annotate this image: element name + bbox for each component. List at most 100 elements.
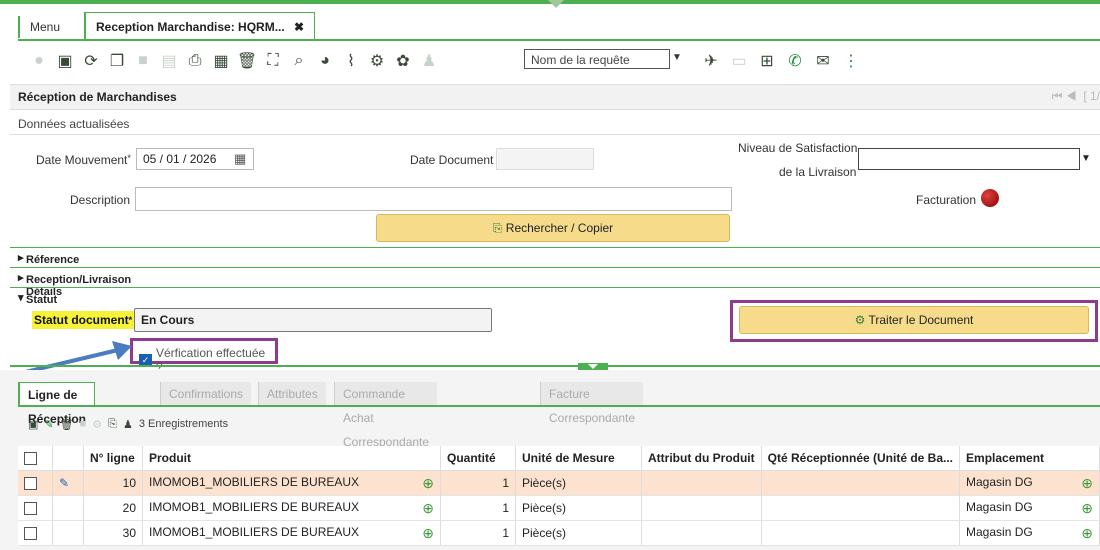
zoom-icon[interactable]: ⊕ [1081,475,1093,492]
save-icon[interactable]: ■ [80,418,87,430]
col-uom[interactable]: Unité de Mesure [515,446,642,471]
cell-location[interactable]: Magasin DG ⊕ [959,495,1100,521]
niveau-label-2: de la Livraison [779,165,857,179]
tab-ligne-reception[interactable]: Ligne de Réception [18,382,96,426]
chart-icon[interactable]: ◕ [314,50,336,72]
facturation-label: Facturation [916,193,977,207]
zoom-icon[interactable]: ⊕ [422,500,434,517]
tab-active-label: Reception Marchandise: HQRM... [96,20,285,34]
new-record-icon[interactable]: ▣ [54,50,76,72]
tab-attributes[interactable]: Attributes [258,382,326,406]
cell-location[interactable]: Magasin DG ⊕ [959,520,1100,546]
print-icon[interactable]: ⎙ [184,50,206,72]
cell-qty-received [761,520,961,546]
cell-product[interactable]: IMOMOB1_MOBILIERS DE BUREAUX ⊕ [142,470,441,496]
date-document-field[interactable] [496,148,594,170]
secondary-toolbar: ✈ ▭ ⊞ ✆ ✉ ⋮ [700,46,862,76]
record-pager[interactable]: ⏮ ◀ [ 1/ [1052,89,1100,104]
col-quantity[interactable]: Quantité [440,446,516,471]
process-gears-icon[interactable]: ⚙ [366,50,388,72]
user-icon[interactable]: ♟ [418,50,440,72]
tab-commande-achat[interactable]: Commande Achat Correspondante [334,382,438,449]
niveau-satisfaction-select[interactable] [858,148,1080,170]
tab-reception-marchandise[interactable]: Reception Marchandise: HQRM... ✖ [84,12,316,41]
chevron-down-icon[interactable]: ▼ [672,52,682,63]
edit-row-icon[interactable]: ✎ [52,470,84,496]
row-checkbox[interactable] [24,501,37,515]
copy-record-icon[interactable]: ❐ [106,50,128,72]
user-icon[interactable]: ♟ [123,418,133,431]
col-location[interactable]: Emplacement [959,446,1100,471]
attachment-icon[interactable]: ⌇ [340,50,362,72]
tab-menu[interactable]: Menu [18,16,70,38]
statut-document-field[interactable]: En Cours [134,308,492,332]
cell-quantity: 1 [440,470,516,496]
record-count: 3 Enregistrements [138,418,229,430]
process-document-button[interactable]: ⚙ Traiter le Document [739,306,1089,334]
row-checkbox[interactable] [24,526,37,540]
date-document-label: Date Document [410,153,494,167]
row-checkbox[interactable] [24,476,37,490]
select-all-header [18,446,53,471]
grid-view-icon[interactable]: ▦ [210,50,232,72]
zoom-icon[interactable]: ⊕ [1081,525,1093,542]
lower-tabs-underline [18,405,1100,407]
cell-location[interactable]: Magasin DG ⊕ [959,470,1100,496]
table-row[interactable]: ✎ 10 IMOMOB1_MOBILIERS DE BUREAUX ⊕ 1 Piè… [18,470,1100,496]
add-line-icon[interactable]: ▣ [28,418,38,431]
send-icon[interactable]: ✈ [700,50,722,72]
cell-uom: Pièce(s) [515,495,642,521]
save-icon[interactable]: ■ [132,50,154,72]
table-header-row: N° ligne Produit Quantité Unité de Mesur… [18,446,1100,471]
edit-icon[interactable]: ✎ [44,418,53,431]
export-icon[interactable]: ⎘ [108,418,117,431]
description-field[interactable] [135,187,732,211]
cell-product[interactable]: IMOMOB1_MOBILIERS DE BUREAUX ⊕ [142,495,441,521]
process-highlight: ⚙ Traiter le Document [730,300,1098,342]
mail-icon[interactable]: ✉ [812,50,834,72]
workflow-icon[interactable]: ✿ [392,50,414,72]
cell-qty-received [761,495,961,521]
cell-attribute [641,470,762,496]
delete-icon[interactable]: 🗑 [236,50,258,72]
refresh-icon[interactable]: ⟳ [80,50,102,72]
delete-icon[interactable]: 🗑 [60,418,74,431]
zoom-icon[interactable]: ⊕ [422,525,434,542]
select-all-checkbox[interactable] [24,451,37,465]
cell-line: 30 [83,520,143,546]
col-qty-received[interactable]: Qté Réceptionnée (Unité de Ba... [761,446,961,471]
table-row[interactable]: 20 IMOMOB1_MOBILIERS DE BUREAUX ⊕ 1 Pièce… [18,495,1100,521]
tab-confirmations[interactable]: Confirmations [160,382,252,406]
chevron-down-icon[interactable]: ▼ [1081,153,1091,164]
search-copy-label: Rechercher / Copier [505,221,614,235]
cell-product[interactable]: IMOMOB1_MOBILIERS DE BUREAUX ⊕ [142,520,441,546]
table-row[interactable]: 30 IMOMOB1_MOBILIERS DE BUREAUX ⊕ 1 Pièce… [18,520,1100,546]
verification-highlight: ✓ Vérfication effectuée ? [130,338,278,374]
cell-quantity: 1 [440,495,516,521]
more-menu-icon[interactable]: ⋮ [840,50,862,72]
split-divider [10,365,1100,367]
whatsapp-icon[interactable]: ✆ [784,50,806,72]
tab-facture[interactable]: Facture Correspondante [540,382,644,425]
zoom-icon[interactable]: ⊕ [1081,500,1093,517]
niveau-label: Niveau de Satisfaction [738,141,858,155]
statut-document-label: Statut document* [32,311,135,329]
request-select[interactable]: Nom de la requête [524,49,670,69]
archive-icon[interactable]: ▭ [728,50,750,72]
structure-icon[interactable]: ⊞ [756,50,778,72]
back-icon[interactable]: ● [28,50,50,72]
search-icon[interactable]: ⌕ [288,50,310,72]
col-product[interactable]: Produit [142,446,441,471]
zoom-icon[interactable]: ⊕ [422,475,434,492]
collapse-notch-icon[interactable] [548,0,564,8]
col-attribute[interactable]: Attribut du Produit [641,446,762,471]
save-new-icon[interactable]: ▤ [158,50,180,72]
search-copy-button[interactable]: ⎘ Rechercher / Copier [376,214,730,242]
close-tab-icon[interactable]: ✖ [294,20,304,34]
process-icon[interactable]: ⚙ [92,418,102,431]
section-details[interactable]: ▸ Reception/Livraison Détails [10,267,1100,298]
section-reference[interactable]: ▸ Réference [10,247,1100,267]
calendar-icon[interactable]: ▦ [234,151,246,167]
col-line[interactable]: N° ligne [83,446,143,471]
fullscreen-icon[interactable]: ⛶ [262,50,284,72]
